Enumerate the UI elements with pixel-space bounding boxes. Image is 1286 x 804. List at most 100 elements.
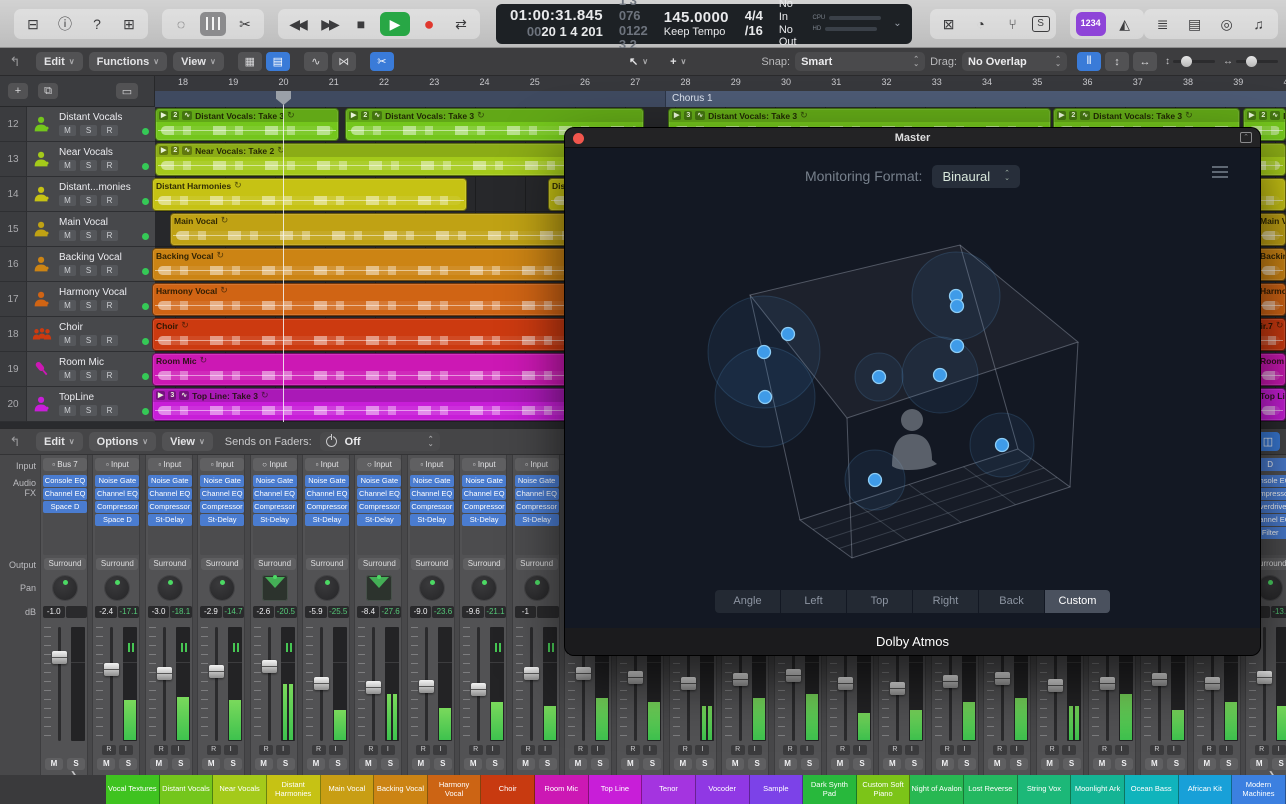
mute-button[interactable]: M [883, 758, 902, 770]
volume-fader[interactable] [52, 651, 67, 664]
mute-button[interactable]: M [1250, 758, 1269, 770]
volume-fader[interactable] [261, 660, 277, 673]
record-enable-button[interactable]: R [783, 745, 798, 755]
record-enable-button[interactable]: R [521, 745, 536, 755]
fx-plugin-slot[interactable]: Channel EQ [514, 488, 559, 500]
arrange-menu-edit[interactable]: Edit ∨ [36, 52, 83, 71]
mute-button[interactable]: M [59, 125, 76, 136]
tray-icon[interactable]: ⊟ [20, 12, 46, 36]
speaker-object-dot[interactable] [994, 437, 1010, 453]
pan-knob[interactable] [53, 576, 77, 600]
mute-button[interactable]: M [726, 758, 745, 770]
mute-button[interactable]: M [621, 758, 640, 770]
record-enable-button[interactable]: R [259, 745, 274, 755]
pan-knob[interactable] [1258, 576, 1283, 600]
fx-plugin-slot[interactable]: Noise Gate [462, 475, 507, 487]
info-icon[interactable]: ⓘ [52, 12, 78, 36]
track-header[interactable]: 15 Main Vocal M S R [0, 212, 155, 247]
audio-region[interactable]: Distant Harmonies↻ [152, 178, 467, 211]
output-slot[interactable]: Surround [44, 558, 86, 570]
help-icon[interactable]: ? [84, 12, 110, 36]
solo-button[interactable]: S [957, 758, 976, 770]
input-monitor-button[interactable]: I [590, 745, 605, 755]
x-badge-icon[interactable]: ⊠ [936, 12, 962, 36]
mute-button[interactable]: M [831, 758, 849, 770]
fx-plugin-slot[interactable]: Channel EQ [305, 488, 349, 500]
mute-button[interactable]: M [935, 758, 954, 770]
output-slot[interactable]: Surround [410, 558, 453, 570]
volume-fader[interactable] [942, 675, 958, 688]
volume-fader[interactable] [418, 680, 434, 693]
track-name-cell[interactable]: Night of Avalon [910, 775, 964, 804]
input-monitor-button[interactable]: I [957, 745, 972, 755]
pan-knob[interactable] [524, 576, 549, 600]
track-header-body[interactable]: Backing Vocal M S R [26, 247, 155, 281]
play-disclosure-icon[interactable]: ▶ [156, 391, 166, 400]
solo-button[interactable]: S [80, 195, 97, 206]
track-header-body[interactable]: Main Vocal M S R [26, 212, 155, 246]
split-tool-icon[interactable]: ✂ [369, 52, 394, 71]
input-slot[interactable]: ▫ Input [409, 458, 454, 471]
output-slot[interactable]: Surround [148, 558, 191, 570]
record-enable-button[interactable]: R [468, 745, 483, 755]
surround-panner[interactable] [366, 575, 393, 601]
record-enable-button[interactable]: R [416, 745, 431, 755]
grid-view-icon[interactable]: ▦ [237, 52, 262, 71]
volume-fader[interactable] [1257, 671, 1273, 684]
track-name-cell[interactable]: Backing Vocal [374, 775, 428, 804]
dolby-atmos-plugin-window[interactable]: Master ⌃ Monitoring Format: Binaural ⌃ ⌄ … [565, 128, 1260, 655]
mixer-menu-options[interactable]: Options ∨ [88, 432, 157, 451]
pan-knob[interactable] [157, 576, 182, 600]
pencil-tool-menu[interactable]: + ∨ [662, 52, 694, 71]
mixer-menu-edit[interactable]: Edit ∨ [36, 432, 83, 451]
track-header[interactable]: 18 Choir M S R [0, 317, 155, 352]
input-monitor-button[interactable]: I [171, 745, 186, 755]
mute-button[interactable]: M [1197, 758, 1216, 770]
volume-fader[interactable] [523, 667, 539, 680]
track-header-body[interactable]: Distant Vocals M S R [26, 107, 155, 141]
output-slot[interactable]: Surround [253, 558, 296, 570]
input-slot[interactable]: ▫ Bus 7 [43, 458, 87, 471]
volume-fader[interactable] [1047, 679, 1063, 692]
track-name-cell[interactable]: Sample [749, 775, 804, 804]
vertical-zoom-slider[interactable]: ↕ [1165, 56, 1215, 67]
drag-select[interactable]: No Overlap ⌃ ⌄ [962, 52, 1067, 71]
solo-button[interactable]: S [80, 160, 97, 171]
playhead[interactable] [283, 91, 284, 422]
input-slot[interactable]: ▫ Input [200, 458, 245, 471]
input-monitor-button[interactable]: I [904, 745, 919, 755]
solo-button[interactable]: S [591, 758, 609, 770]
fx-plugin-slot[interactable]: St-Delay [409, 514, 454, 526]
mixer-icon[interactable] [200, 11, 226, 36]
mute-button[interactable]: M [411, 758, 430, 770]
record-enable-button[interactable]: R [1254, 745, 1269, 755]
input-monitor-button[interactable]: I [223, 745, 238, 755]
track-header-body[interactable]: TopLine M S R [26, 387, 155, 421]
view-button-back[interactable]: Back [979, 590, 1044, 613]
input-slot[interactable]: ▫ Input [514, 458, 559, 471]
record-button[interactable]: ● [416, 12, 442, 36]
pan-control[interactable] [460, 573, 508, 603]
solo-button[interactable]: S [224, 758, 243, 770]
play-button[interactable]: ▶ [380, 11, 410, 36]
solo-button[interactable]: S [486, 758, 505, 770]
channel-strip[interactable]: ▫ Input Noise Gate Channel EQ Compressor St-… [197, 455, 246, 775]
volume-fader[interactable] [1152, 673, 1168, 686]
view-button-top[interactable]: Top [847, 590, 912, 613]
cycle-button[interactable]: ⇄ [448, 12, 474, 36]
volume-fader[interactable] [314, 677, 329, 690]
expand-icon[interactable]: ⌃ [1240, 132, 1252, 143]
play-disclosure-icon[interactable]: ▶ [672, 111, 682, 120]
input-monitor-button[interactable]: I [380, 745, 395, 755]
marker-chorus[interactable]: Chorus 1 [665, 91, 1286, 107]
volume-fader[interactable] [156, 667, 172, 680]
fx-plugin-slot[interactable]: Compressor [147, 501, 192, 513]
mute-button[interactable]: M [516, 758, 535, 770]
list-view-icon[interactable]: ▤ [265, 52, 290, 71]
solo-button[interactable]: S [1167, 758, 1186, 770]
pan-control[interactable] [251, 573, 299, 603]
mute-button[interactable]: M [464, 758, 483, 770]
record-enable-button[interactable]: R [625, 745, 640, 755]
track-name-cell[interactable]: Distant Harmonies [266, 775, 321, 804]
record-enable-button[interactable]: R [730, 745, 745, 755]
